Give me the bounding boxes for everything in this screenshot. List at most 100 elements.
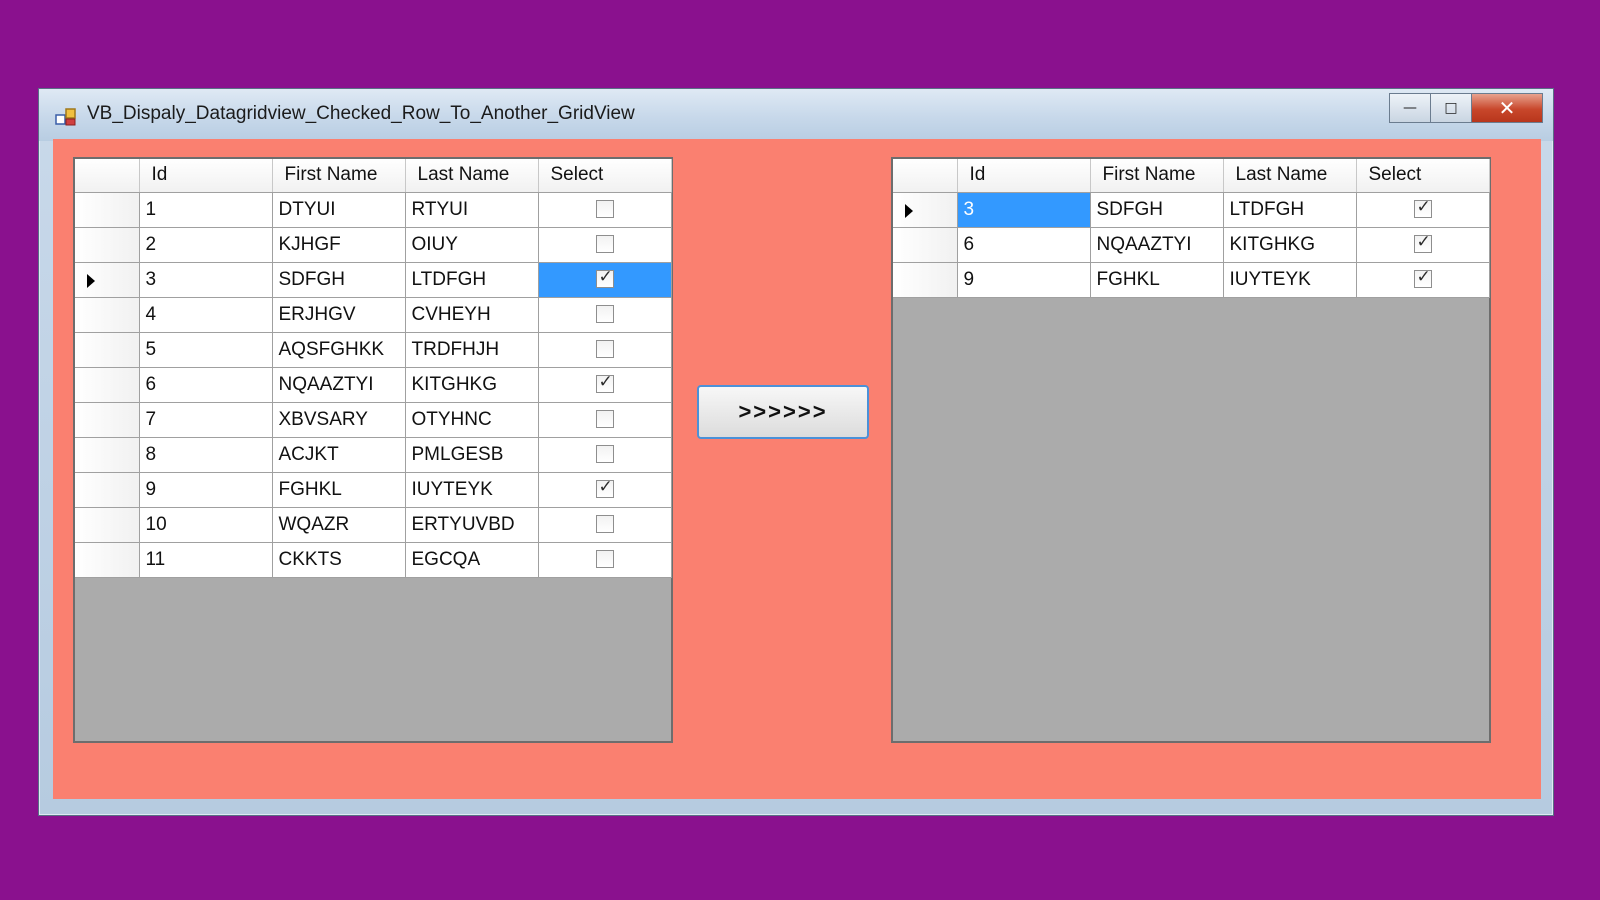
cell-id[interactable]: 4 bbox=[139, 297, 273, 333]
cell-id[interactable]: 7 bbox=[139, 402, 273, 438]
cell-id[interactable]: 3 bbox=[139, 262, 273, 298]
row-header-corner[interactable] bbox=[893, 159, 958, 193]
column-header-first-name[interactable]: First Name bbox=[272, 159, 406, 193]
table-row[interactable]: 3 SDFGH LTDFGH bbox=[893, 192, 1490, 228]
column-header-select[interactable]: Select bbox=[538, 159, 672, 193]
cell-first-name[interactable]: ACJKT bbox=[272, 437, 406, 473]
cell-first-name[interactable]: CKKTS bbox=[272, 542, 406, 578]
table-row[interactable]: 9 FGHKL IUYTEYK bbox=[893, 262, 1490, 298]
cell-first-name[interactable]: FGHKL bbox=[1090, 262, 1224, 298]
cell-id[interactable]: 9 bbox=[957, 262, 1091, 298]
cell-id[interactable]: 11 bbox=[139, 542, 273, 578]
cell-first-name[interactable]: NQAAZTYI bbox=[272, 367, 406, 403]
cell-last-name[interactable]: OIUY bbox=[405, 227, 539, 263]
cell-id[interactable]: 5 bbox=[139, 332, 273, 368]
cell-select[interactable] bbox=[538, 332, 672, 368]
cell-select[interactable] bbox=[538, 472, 672, 508]
cell-last-name[interactable]: KITGHKG bbox=[405, 367, 539, 403]
cell-first-name[interactable]: XBVSARY bbox=[272, 402, 406, 438]
cell-select[interactable] bbox=[1356, 262, 1490, 298]
table-row[interactable]: 8 ACJKT PMLGESB bbox=[75, 437, 672, 473]
table-row[interactable]: 5 AQSFGHKK TRDFHJH bbox=[75, 332, 672, 368]
cell-select[interactable] bbox=[538, 262, 672, 298]
cell-select[interactable] bbox=[538, 507, 672, 543]
row-header[interactable] bbox=[75, 192, 140, 228]
cell-last-name[interactable]: EGCQA bbox=[405, 542, 539, 578]
cell-last-name[interactable]: KITGHKG bbox=[1223, 227, 1357, 263]
cell-select[interactable] bbox=[538, 437, 672, 473]
row-header[interactable] bbox=[75, 472, 140, 508]
cell-select[interactable] bbox=[538, 402, 672, 438]
table-row[interactable]: 6 NQAAZTYI KITGHKG bbox=[893, 227, 1490, 263]
cell-first-name[interactable]: SDFGH bbox=[1090, 192, 1224, 228]
source-datagridview[interactable]: Id First Name Last Name Select 1 DTYUI RTY… bbox=[73, 157, 673, 743]
cell-select[interactable] bbox=[538, 227, 672, 263]
select-checkbox[interactable] bbox=[1413, 267, 1432, 289]
cell-first-name[interactable]: WQAZR bbox=[272, 507, 406, 543]
cell-select[interactable] bbox=[538, 192, 672, 228]
column-header-id[interactable]: Id bbox=[957, 159, 1091, 193]
row-header[interactable] bbox=[893, 227, 958, 263]
select-checkbox[interactable] bbox=[595, 515, 614, 534]
table-row[interactable]: 9 FGHKL IUYTEYK bbox=[75, 472, 672, 508]
cell-id[interactable]: 2 bbox=[139, 227, 273, 263]
cell-last-name[interactable]: ERTYUVBD bbox=[405, 507, 539, 543]
table-row[interactable]: 7 XBVSARY OTYHNC bbox=[75, 402, 672, 438]
close-button[interactable]: ✕ bbox=[1471, 93, 1543, 123]
row-header[interactable] bbox=[75, 402, 140, 438]
select-checkbox[interactable] bbox=[1413, 197, 1432, 219]
row-header[interactable] bbox=[75, 262, 140, 298]
cell-first-name[interactable]: FGHKL bbox=[272, 472, 406, 508]
row-header[interactable] bbox=[75, 542, 140, 578]
row-header[interactable] bbox=[75, 332, 140, 368]
column-header-last-name[interactable]: Last Name bbox=[1223, 159, 1357, 193]
cell-last-name[interactable]: CVHEYH bbox=[405, 297, 539, 333]
row-header[interactable] bbox=[75, 437, 140, 473]
table-row[interactable]: 4 ERJHGV CVHEYH bbox=[75, 297, 672, 333]
cell-last-name[interactable]: IUYTEYK bbox=[1223, 262, 1357, 298]
row-header-corner[interactable] bbox=[75, 159, 140, 193]
cell-id[interactable]: 3 bbox=[957, 192, 1091, 228]
cell-id[interactable]: 6 bbox=[957, 227, 1091, 263]
cell-first-name[interactable]: DTYUI bbox=[272, 192, 406, 228]
select-checkbox[interactable] bbox=[595, 305, 614, 324]
table-row[interactable]: 10 WQAZR ERTYUVBD bbox=[75, 507, 672, 543]
column-header-select[interactable]: Select bbox=[1356, 159, 1490, 193]
row-header[interactable] bbox=[75, 297, 140, 333]
cell-first-name[interactable]: SDFGH bbox=[272, 262, 406, 298]
cell-select[interactable] bbox=[1356, 227, 1490, 263]
select-checkbox[interactable] bbox=[1413, 232, 1432, 254]
select-checkbox[interactable] bbox=[595, 445, 614, 464]
transfer-checked-rows-button[interactable]: >>>>>> bbox=[697, 385, 869, 439]
select-checkbox[interactable] bbox=[595, 235, 614, 254]
row-header[interactable] bbox=[75, 507, 140, 543]
table-row[interactable]: 11 CKKTS EGCQA bbox=[75, 542, 672, 578]
cell-last-name[interactable]: LTDFGH bbox=[1223, 192, 1357, 228]
cell-last-name[interactable]: OTYHNC bbox=[405, 402, 539, 438]
maximize-button[interactable]: □ bbox=[1430, 93, 1472, 123]
cell-last-name[interactable]: LTDFGH bbox=[405, 262, 539, 298]
cell-select[interactable] bbox=[538, 297, 672, 333]
table-row[interactable]: 1 DTYUI RTYUI bbox=[75, 192, 672, 228]
cell-last-name[interactable]: RTYUI bbox=[405, 192, 539, 228]
select-checkbox[interactable] bbox=[595, 477, 614, 499]
cell-id[interactable]: 1 bbox=[139, 192, 273, 228]
cell-first-name[interactable]: AQSFGHKK bbox=[272, 332, 406, 368]
cell-select[interactable] bbox=[538, 367, 672, 403]
select-checkbox[interactable] bbox=[595, 410, 614, 429]
table-row[interactable]: 6 NQAAZTYI KITGHKG bbox=[75, 367, 672, 403]
cell-id[interactable]: 9 bbox=[139, 472, 273, 508]
cell-last-name[interactable]: TRDFHJH bbox=[405, 332, 539, 368]
column-header-id[interactable]: Id bbox=[139, 159, 273, 193]
row-header[interactable] bbox=[893, 192, 958, 228]
cell-last-name[interactable]: PMLGESB bbox=[405, 437, 539, 473]
column-header-last-name[interactable]: Last Name bbox=[405, 159, 539, 193]
cell-first-name[interactable]: ERJHGV bbox=[272, 297, 406, 333]
row-header[interactable] bbox=[75, 227, 140, 263]
cell-last-name[interactable]: IUYTEYK bbox=[405, 472, 539, 508]
target-datagridview[interactable]: Id First Name Last Name Select 3 SDFGH LTD… bbox=[891, 157, 1491, 743]
cell-select[interactable] bbox=[1356, 192, 1490, 228]
select-checkbox[interactable] bbox=[595, 372, 614, 394]
row-header[interactable] bbox=[893, 262, 958, 298]
select-checkbox[interactable] bbox=[595, 550, 614, 569]
